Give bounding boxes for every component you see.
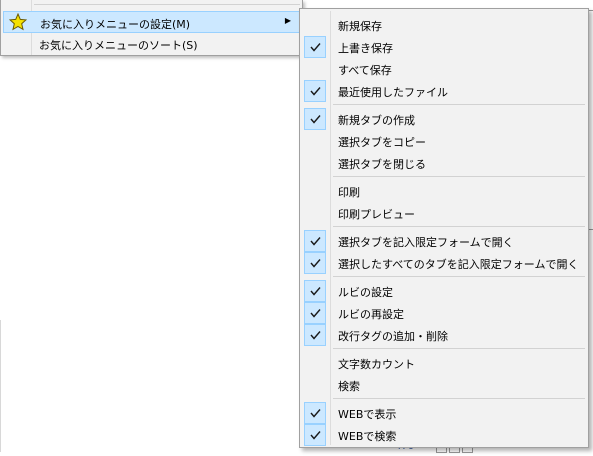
submenu-item-label: 上書き保存 bbox=[338, 42, 393, 55]
submenu-item-label: WEBで表示 bbox=[338, 408, 397, 421]
submenu-item[interactable]: ルビの再設定 bbox=[302, 302, 587, 324]
submenu-item-label: 印刷プレビュー bbox=[338, 208, 415, 221]
checkmark-icon bbox=[304, 402, 326, 424]
submenu-item-label: 選択したすべてのタブを記入限定フォームで開く bbox=[338, 258, 579, 271]
submenu-item[interactable]: 選択タブをコピー bbox=[302, 130, 587, 152]
submenu-item[interactable]: WEBで検索 bbox=[302, 424, 587, 446]
submenu-item-label: WEBで検索 bbox=[338, 430, 397, 443]
checkmark-icon bbox=[304, 36, 326, 58]
submenu-arrow-icon: ▶ bbox=[284, 16, 291, 25]
submenu-item[interactable]: すべて保存 bbox=[302, 58, 587, 80]
checkmark-icon bbox=[304, 108, 326, 130]
background-border bbox=[0, 320, 1, 452]
submenu-item[interactable]: 選択したすべてのタブを記入限定フォームで開く bbox=[302, 252, 587, 274]
favorites-settings-submenu: 新規保存 上書き保存 すべて保存 最近使用したファイル 新規タブの作成 選択タブをコピー選… bbox=[299, 8, 589, 448]
submenu-item-label: 印刷 bbox=[338, 186, 360, 199]
checkmark-icon bbox=[304, 302, 326, 324]
submenu-item[interactable]: 改行タグの追加・削除 bbox=[302, 324, 587, 346]
submenu-item-label: 新規タブの作成 bbox=[338, 114, 415, 127]
submenu-item[interactable]: 検索 bbox=[302, 374, 587, 396]
submenu-item[interactable]: 文字数カウント bbox=[302, 352, 587, 374]
submenu-item[interactable]: 印刷プレビュー bbox=[302, 202, 587, 224]
submenu-item[interactable]: 最近使用したファイル bbox=[302, 80, 587, 102]
submenu-item-label: 新規保存 bbox=[338, 20, 382, 33]
checkmark-icon bbox=[304, 280, 326, 302]
menu-separator bbox=[333, 276, 585, 277]
submenu-item[interactable]: 新規保存 bbox=[302, 14, 587, 36]
submenu-item[interactable]: ルビの設定 bbox=[302, 280, 587, 302]
menu-separator bbox=[34, 4, 300, 5]
favorites-context-menu: お気に入りメニューの設定(M) ▶ お気に入りメニューのソート(S) bbox=[0, 0, 303, 56]
submenu-item-label: 選択タブを閉じる bbox=[338, 158, 426, 171]
favorites-sort-label: お気に入りメニューのソート(S) bbox=[39, 39, 198, 52]
submenu-item-label: 文字数カウント bbox=[338, 358, 415, 371]
menu-separator bbox=[333, 398, 585, 399]
favorites-settings-item[interactable]: お気に入りメニューの設定(M) ▶ bbox=[3, 11, 300, 33]
submenu-item-label: 改行タグの追加・削除 bbox=[338, 330, 448, 343]
menu-separator bbox=[333, 348, 585, 349]
checkmark-icon bbox=[304, 252, 326, 274]
submenu-item[interactable]: 選択タブを閉じる bbox=[302, 152, 587, 174]
submenu-item[interactable]: 選択タブを記入限定フォームで開く bbox=[302, 230, 587, 252]
checkmark-icon bbox=[304, 324, 326, 346]
submenu-item-label: ルビの設定 bbox=[338, 286, 393, 299]
menu-separator bbox=[333, 176, 585, 177]
menu-separator bbox=[333, 104, 585, 105]
submenu-item[interactable]: WEBで表示 bbox=[302, 402, 587, 424]
submenu-item[interactable]: 上書き保存 bbox=[302, 36, 587, 58]
favorites-settings-label: お気に入りメニューの設定(M) bbox=[40, 18, 191, 31]
checkmark-icon bbox=[304, 80, 326, 102]
star-icon bbox=[9, 13, 27, 31]
submenu-item-label: 検索 bbox=[338, 380, 360, 393]
submenu-item-label: すべて保存 bbox=[338, 64, 392, 77]
submenu-item-label: 選択タブをコピー bbox=[338, 136, 426, 149]
favorites-sort-item[interactable]: お気に入りメニューのソート(S) bbox=[3, 33, 300, 55]
checkmark-icon bbox=[304, 230, 326, 252]
submenu-item-label: ルビの再設定 bbox=[338, 308, 404, 321]
menu-separator bbox=[333, 226, 585, 227]
submenu-item-label: 最近使用したファイル bbox=[338, 86, 448, 99]
submenu-item[interactable]: 新規タブの作成 bbox=[302, 108, 587, 130]
submenu-item[interactable]: 印刷 bbox=[302, 180, 587, 202]
submenu-item-label: 選択タブを記入限定フォームで開く bbox=[338, 236, 514, 249]
checkmark-icon bbox=[304, 424, 326, 446]
